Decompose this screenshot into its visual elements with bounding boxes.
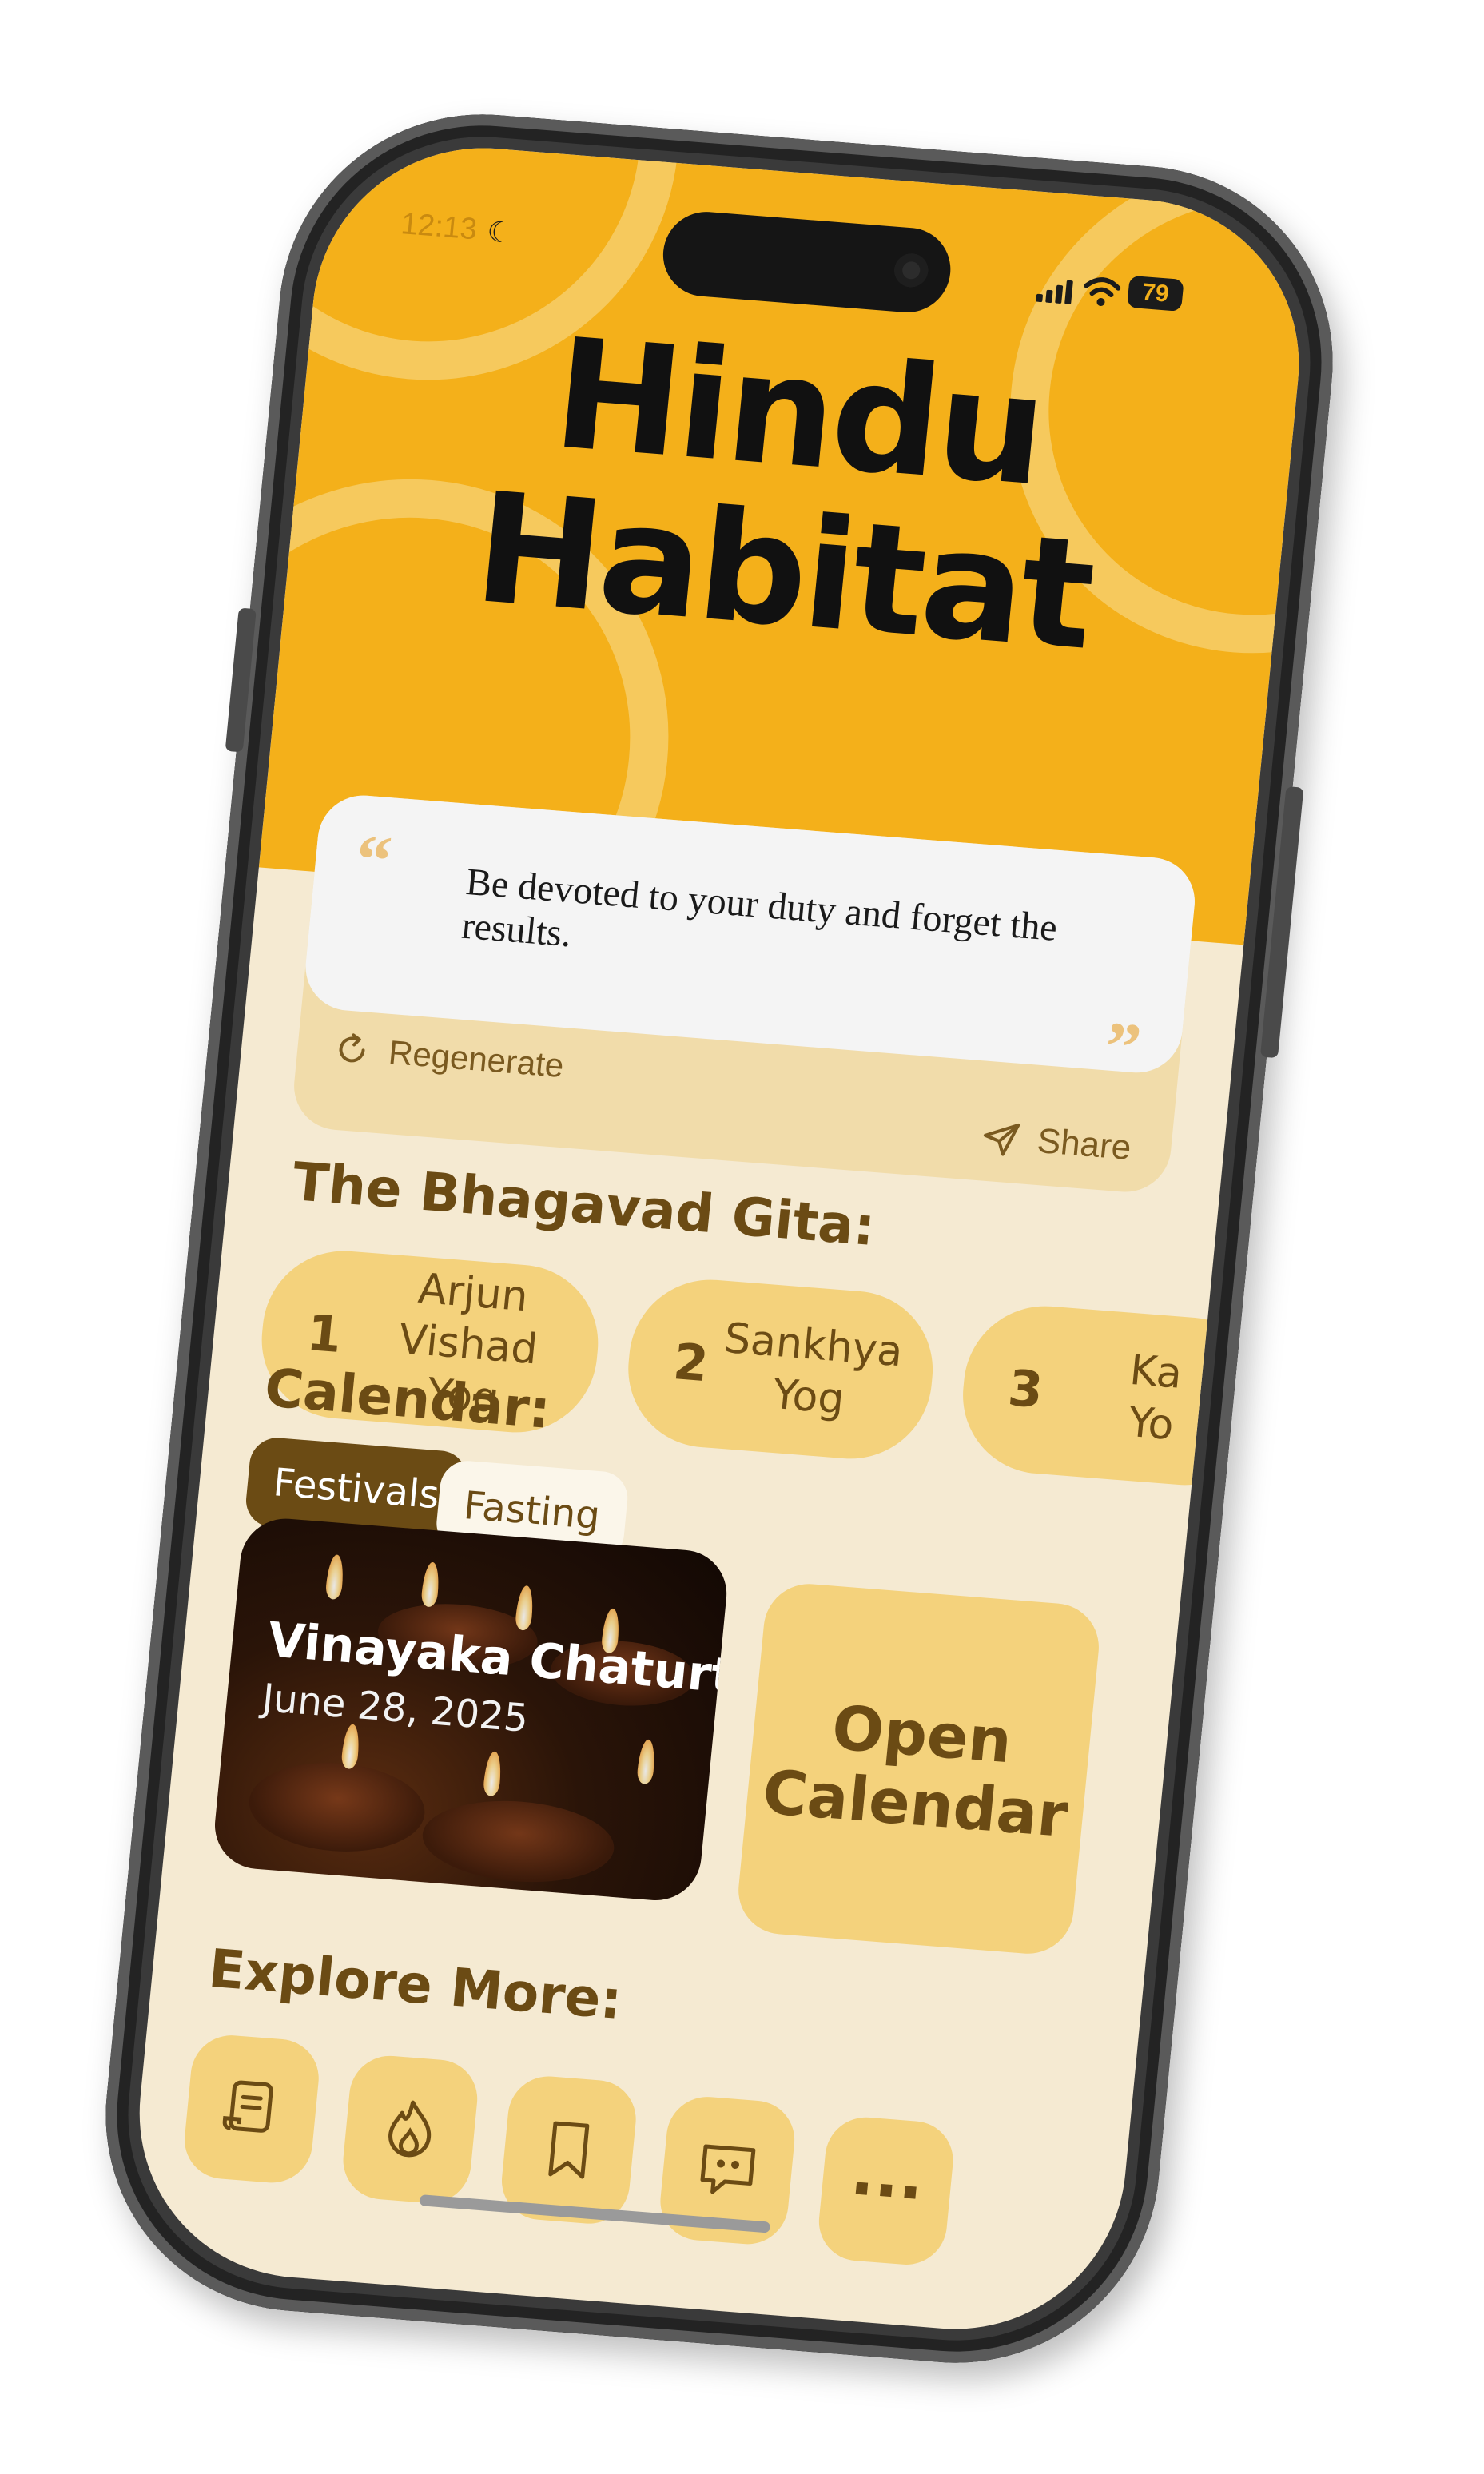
- bookmark-icon: [548, 2121, 590, 2179]
- gita-section-title: The Bhagavad Gita:: [289, 1151, 878, 1259]
- open-calendar-button[interactable]: Open Calendar: [734, 1581, 1104, 1957]
- regenerate-button[interactable]: Regenerate: [331, 1028, 566, 1084]
- volume-button: [225, 607, 257, 753]
- moon-icon: ☾: [485, 215, 515, 250]
- mockup-stage: 12:13 ☾ 79 Hindu Habitat “ Be devoted to…: [0, 0, 1484, 2474]
- quote-section: “ Be devoted to your duty and forget the…: [289, 792, 1200, 1195]
- share-label: Share: [1035, 1120, 1133, 1167]
- battery-indicator: 79: [1127, 275, 1184, 312]
- chat-quote-icon: [700, 2144, 756, 2194]
- chapter-card-3[interactable]: 3 Ka Yo: [955, 1300, 1275, 1491]
- chapter-name: Ka Yo: [1126, 1346, 1184, 1450]
- app-screen: 12:13 ☾ 79 Hindu Habitat “ Be devoted to…: [124, 135, 1315, 2342]
- more-icon: ···: [845, 2150, 926, 2231]
- side-button: [1259, 786, 1304, 1059]
- flame-image: [340, 1724, 361, 1770]
- festival-card[interactable]: Vinayaka Chaturthi June 28, 2025: [210, 1515, 731, 1904]
- explore-rituals-button[interactable]: [339, 2053, 481, 2206]
- flame-image: [420, 1561, 441, 1608]
- flame-image: [482, 1751, 503, 1797]
- fire-icon: [388, 2100, 432, 2158]
- diya-image: [419, 1794, 618, 1889]
- chapter-number: 2: [670, 1331, 711, 1393]
- share-button[interactable]: Share: [980, 1117, 1133, 1168]
- wifi-icon: [1084, 277, 1121, 307]
- festival-date: June 28, 2025: [260, 1675, 531, 1741]
- chapter-number: 1: [304, 1303, 344, 1364]
- regenerate-label: Regenerate: [387, 1032, 566, 1084]
- refresh-icon: [339, 1033, 365, 1063]
- flame-image: [636, 1739, 657, 1785]
- chapter-number: 3: [1005, 1358, 1046, 1419]
- flame-image: [324, 1553, 345, 1601]
- status-time: 12:13: [399, 207, 479, 247]
- chapter-name: Sankhya Yog: [722, 1315, 905, 1424]
- explore-more-button[interactable]: ···: [815, 2114, 957, 2268]
- explore-section-title: Explore More:: [205, 1937, 625, 2032]
- scroll-icon: [222, 2080, 273, 2133]
- quote-open-icon: “: [352, 821, 395, 901]
- cellular-signal-icon: [1036, 280, 1073, 304]
- quote-text: Be devoted to your duty and forget the r…: [460, 860, 1060, 956]
- phone-frame: 12:13 ☾ 79 Hindu Habitat “ Be devoted to…: [87, 99, 1351, 2378]
- chapter-card-2[interactable]: 2 Sankhya Yog: [621, 1274, 941, 1465]
- quote-close-icon: ”: [1101, 1008, 1144, 1088]
- flame-image: [514, 1585, 535, 1631]
- dynamic-island: [659, 209, 955, 316]
- explore-scriptures-button[interactable]: [181, 2032, 323, 2186]
- diya-image: [245, 1756, 429, 1858]
- send-icon: [983, 1123, 1020, 1156]
- camera-icon: [893, 252, 930, 288]
